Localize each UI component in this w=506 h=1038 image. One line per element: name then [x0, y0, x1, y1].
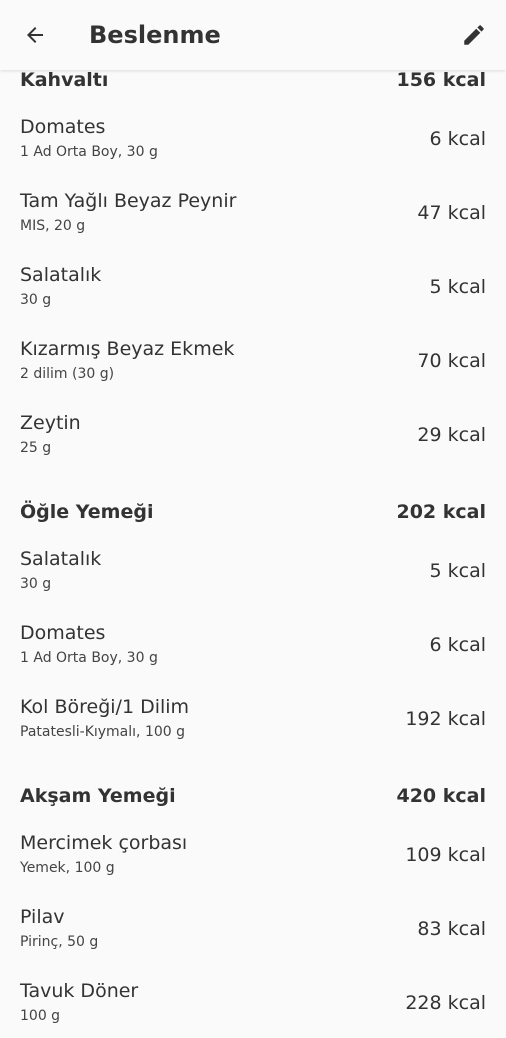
pencil-icon: [464, 25, 484, 45]
food-portion: 30 g: [20, 576, 52, 592]
food-portion: 30 g: [20, 292, 52, 308]
food-item[interactable]: Tam Yağlı Beyaz Peynir MIS, 20 g 47 kcal: [0, 174, 506, 248]
page-title: Beslenme: [89, 21, 221, 49]
food-portion: 1 Ad Orta Boy, 30 g: [20, 650, 158, 666]
food-item[interactable]: Zeytin 25 g 29 kcal: [0, 396, 506, 470]
food-kcal: 47 kcal: [417, 202, 486, 224]
food-name: Domates: [20, 116, 106, 138]
food-portion: 25 g: [20, 440, 52, 456]
food-name: Salatalık: [20, 548, 102, 570]
food-item[interactable]: Kol Böreği/1 Dilim Patatesli-Kıymalı, 10…: [0, 680, 506, 754]
back-button[interactable]: [17, 17, 53, 53]
food-name: Tam Yağlı Beyaz Peynir: [20, 190, 237, 212]
meal-section-kcal: 202 kcal: [396, 501, 486, 523]
meal-section-kcal: 156 kcal: [396, 69, 486, 91]
food-portion: 1 Ad Orta Boy, 30 g: [20, 144, 158, 160]
food-kcal: 6 kcal: [429, 634, 487, 656]
food-name: Kızarmış Beyaz Ekmek: [20, 338, 235, 360]
food-kcal: 5 kcal: [429, 276, 487, 298]
food-portion: 100 g: [20, 1008, 61, 1024]
meal-section-kcal: 420 kcal: [396, 785, 486, 807]
food-name: Zeytin: [20, 412, 81, 434]
meal-section-header: Öğle Yemeği 202 kcal: [0, 496, 506, 532]
food-name: Domates: [20, 622, 106, 644]
app-bar: Beslenme: [0, 0, 506, 70]
food-kcal: 83 kcal: [417, 918, 486, 940]
food-portion: Patatesli-Kıymalı, 100 g: [20, 724, 185, 740]
food-item[interactable]: Salatalık 30 g 5 kcal: [0, 248, 506, 322]
meal-section-header: Akşam Yemeği 420 kcal: [0, 780, 506, 816]
meal-section-name: Akşam Yemeği: [20, 785, 176, 807]
food-kcal: 228 kcal: [405, 992, 486, 1014]
food-item[interactable]: Pilav Pirinç, 50 g 83 kcal: [0, 890, 506, 964]
food-item[interactable]: Tavuk Döner 100 g 228 kcal: [0, 964, 506, 1038]
meal-section-name: Kahvaltı: [20, 69, 109, 91]
food-item[interactable]: Domates 1 Ad Orta Boy, 30 g 6 kcal: [0, 606, 506, 680]
food-kcal: 5 kcal: [429, 560, 487, 582]
food-item[interactable]: Mercimek çorbası Yemek, 100 g 109 kcal: [0, 816, 506, 890]
food-name: Pilav: [20, 906, 65, 928]
food-name: Salatalık: [20, 264, 102, 286]
food-item[interactable]: Kızarmış Beyaz Ekmek 2 dilim (30 g) 70 k…: [0, 322, 506, 396]
food-portion: Yemek, 100 g: [20, 860, 115, 876]
meal-section-name: Öğle Yemeği: [20, 501, 154, 523]
edit-button[interactable]: [456, 17, 492, 53]
food-kcal: 6 kcal: [429, 128, 487, 150]
food-item[interactable]: Salatalık 30 g 5 kcal: [0, 532, 506, 606]
food-name: Kol Böreği/1 Dilim: [20, 696, 190, 718]
food-portion: 2 dilim (30 g): [20, 366, 115, 382]
food-kcal: 192 kcal: [405, 708, 486, 730]
food-kcal: 29 kcal: [417, 424, 486, 446]
arrow-left-icon: [27, 27, 43, 43]
food-name: Tavuk Döner: [20, 980, 139, 1002]
food-item[interactable]: Domates 1 Ad Orta Boy, 30 g 6 kcal: [0, 100, 506, 174]
food-kcal: 109 kcal: [405, 844, 486, 866]
food-portion: MIS, 20 g: [20, 218, 86, 234]
food-kcal: 70 kcal: [417, 350, 486, 372]
food-name: Mercimek çorbası: [20, 832, 188, 854]
food-portion: Pirinç, 50 g: [20, 934, 99, 950]
meal-list: Kahvaltı 156 kcal Domates 1 Ad Orta Boy,…: [0, 64, 506, 1038]
